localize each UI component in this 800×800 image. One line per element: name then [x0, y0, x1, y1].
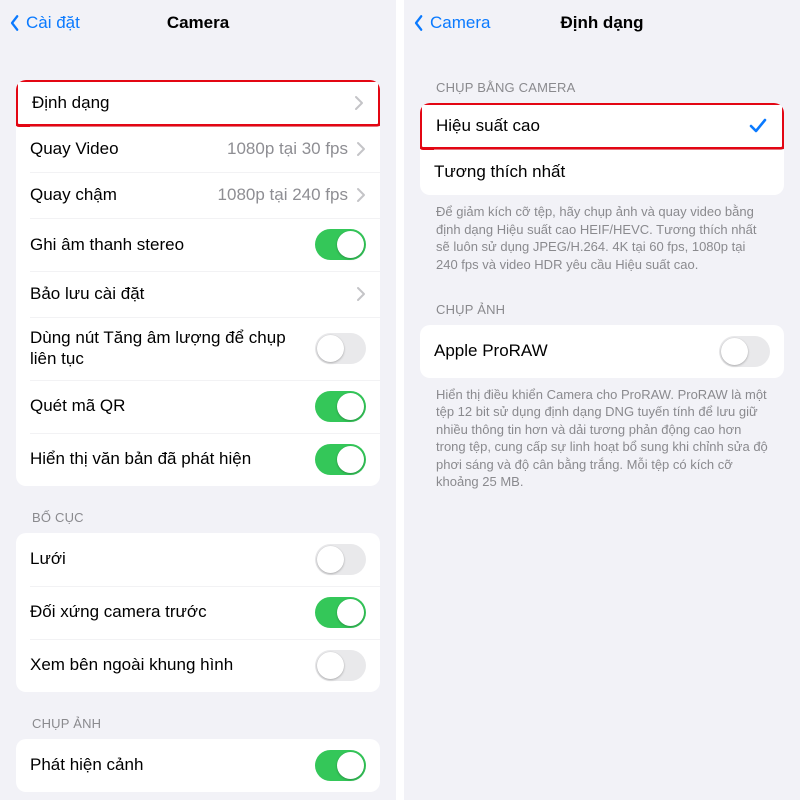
row-label: Hiệu suất cao [436, 116, 748, 136]
group-header-photo-capture-right: CHỤP ẢNH [420, 282, 784, 325]
back-button[interactable]: Cài đặt [6, 0, 80, 46]
content: Định dạng Quay Video 1080p tại 30 fps [0, 46, 396, 796]
back-label: Cài đặt [26, 13, 80, 33]
formats-screen: Camera Định dạng CHỤP BẰNG CAMERA Hiệu s… [404, 0, 800, 800]
switch-stereo-sound[interactable] [315, 229, 366, 260]
row-label: Quét mã QR [30, 396, 315, 416]
row-label: Ghi âm thanh stereo [30, 235, 315, 255]
row-scan-qr[interactable]: Quét mã QR [16, 380, 380, 433]
nav-bar: Cài đặt Camera [0, 0, 396, 46]
row-accessory: 1080p tại 30 fps [227, 139, 366, 159]
row-volume-burst[interactable]: Dùng nút Tăng âm lượng để chụp liên tục [16, 317, 380, 380]
switch-view-outside-frame[interactable] [315, 650, 366, 681]
row-label: Lưới [30, 549, 315, 569]
row-grid[interactable]: Lưới [16, 533, 380, 586]
camera-main-group: Định dạng Quay Video 1080p tại 30 fps [16, 80, 380, 486]
row-label: Hiển thị văn bản đã phát hiện [30, 449, 315, 469]
back-button[interactable]: Camera [410, 0, 490, 46]
row-apple-proraw[interactable]: Apple ProRAW [420, 325, 784, 378]
chevron-right-icon [354, 95, 364, 111]
camera-capture-group: Hiệu suất cao Tương thích nhất [420, 103, 784, 195]
row-most-compatible[interactable]: Tương thích nhất [420, 149, 784, 195]
back-label: Camera [430, 13, 490, 33]
row-label: Đối xứng camera trước [30, 602, 315, 622]
pane-divider [396, 0, 404, 800]
camera-settings-screen: Cài đặt Camera Định dạng Quay Video [0, 0, 396, 800]
row-scene-detection[interactable]: Phát hiện cảnh [16, 739, 380, 792]
row-high-efficiency[interactable]: Hiệu suất cao [420, 103, 784, 150]
row-label: Tương thích nhất [434, 162, 770, 182]
row-label: Apple ProRAW [434, 341, 719, 361]
row-label: Phát hiện cảnh [30, 755, 315, 775]
group-header-photo-capture: CHỤP ẢNH [16, 696, 380, 739]
page-title: Định dạng [560, 13, 643, 33]
row-view-outside-frame[interactable]: Xem bên ngoài khung hình [16, 639, 380, 692]
row-record-video[interactable]: Quay Video 1080p tại 30 fps [16, 126, 380, 172]
row-label: Định dạng [32, 93, 354, 113]
photo-capture-group: Phát hiện cảnh [16, 739, 380, 792]
row-stereo-sound[interactable]: Ghi âm thanh stereo [16, 218, 380, 271]
content: CHỤP BẰNG CAMERA Hiệu suất cao Tương thí… [404, 46, 800, 796]
group-footer-apple-proraw: Hiển thị điều khiển Camera cho ProRAW. P… [420, 378, 784, 495]
switch-volume-burst[interactable] [315, 333, 366, 364]
checkmark-icon [748, 116, 768, 136]
row-label: Bảo lưu cài đặt [30, 284, 356, 304]
row-detected-text[interactable]: Hiển thị văn bản đã phát hiện [16, 433, 380, 486]
switch-detected-text[interactable] [315, 444, 366, 475]
chevron-right-icon [356, 187, 366, 203]
switch-apple-proraw[interactable] [719, 336, 770, 367]
group-header-camera-capture: CHỤP BẰNG CAMERA [420, 46, 784, 103]
switch-mirror-front[interactable] [315, 597, 366, 628]
row-mirror-front[interactable]: Đối xứng camera trước [16, 586, 380, 639]
row-accessory [354, 95, 364, 111]
chevron-right-icon [356, 286, 366, 302]
row-label: Quay Video [30, 139, 227, 159]
row-value: 1080p tại 30 fps [227, 139, 348, 159]
page-title: Camera [167, 13, 229, 33]
group-header-composition: BỐ CỤC [16, 490, 380, 533]
chevron-right-icon [356, 141, 366, 157]
row-formats[interactable]: Định dạng [16, 80, 380, 127]
nav-bar: Camera Định dạng [404, 0, 800, 46]
row-accessory: 1080p tại 240 fps [218, 185, 366, 205]
switch-scan-qr[interactable] [315, 391, 366, 422]
row-label: Xem bên ngoài khung hình [30, 655, 315, 675]
composition-group: Lưới Đối xứng camera trước Xem bên ngoài… [16, 533, 380, 692]
group-footer-camera-capture: Để giảm kích cỡ tệp, hãy chụp ảnh và qua… [420, 195, 784, 277]
switch-grid[interactable] [315, 544, 366, 575]
photo-capture-right-group: Apple ProRAW [420, 325, 784, 378]
chevron-left-icon [410, 14, 428, 32]
switch-scene-detection[interactable] [315, 750, 366, 781]
row-value: 1080p tại 240 fps [218, 185, 348, 205]
row-slo-mo[interactable]: Quay chậm 1080p tại 240 fps [16, 172, 380, 218]
row-preserve-settings[interactable]: Bảo lưu cài đặt [16, 271, 380, 317]
row-label: Quay chậm [30, 185, 218, 205]
chevron-left-icon [6, 14, 24, 32]
row-label: Dùng nút Tăng âm lượng để chụp liên tục [30, 328, 315, 369]
